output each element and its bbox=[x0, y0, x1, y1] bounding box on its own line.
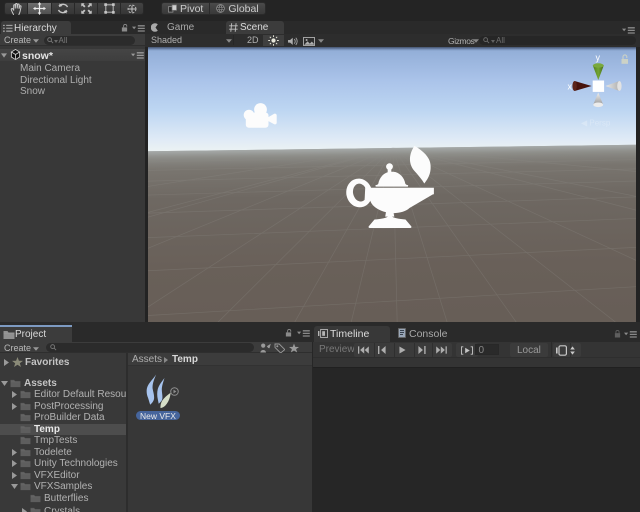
svg-text:x: x bbox=[568, 81, 573, 91]
svg-text:◀ Persp: ◀ Persp bbox=[581, 118, 611, 127]
svg-text:y: y bbox=[596, 52, 601, 62]
